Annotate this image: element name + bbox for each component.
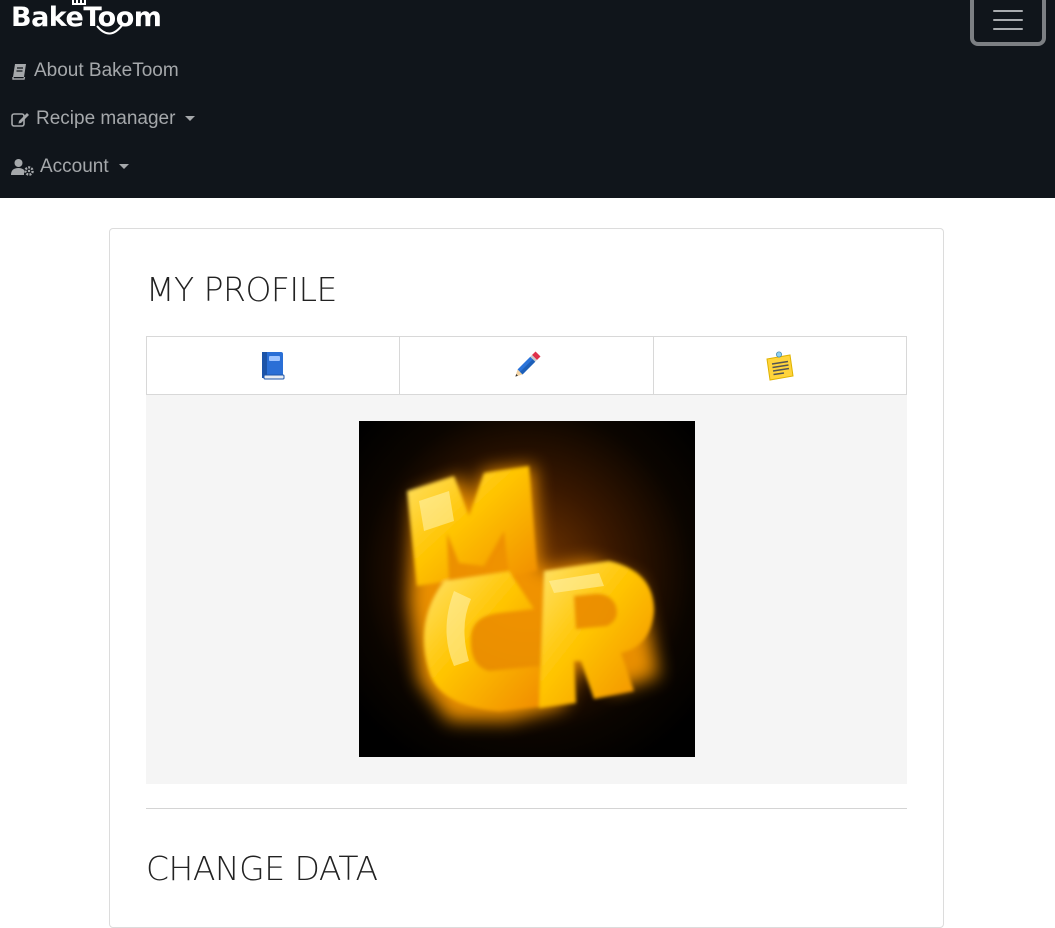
user-gear-icon: [11, 158, 34, 176]
nav-link-recipe-manager-label: Recipe manager: [36, 108, 176, 129]
navbar-toggler-button[interactable]: [970, 0, 1046, 46]
nav-link-account[interactable]: Account: [11, 154, 129, 180]
hamburger-icon: [993, 9, 1023, 12]
dropdown-caret-icon: [118, 163, 129, 169]
dropdown-caret-icon: [185, 115, 196, 121]
nav-link-account-label: Account: [40, 156, 109, 177]
tab-recipes[interactable]: [147, 337, 401, 394]
hamburger-icon-line: [993, 27, 1023, 30]
change-data-heading: CHANGE DATA: [146, 849, 378, 888]
hamburger-icon-line: [993, 18, 1023, 21]
tab-notes[interactable]: [654, 337, 906, 394]
nav-link-recipe-manager[interactable]: Recipe manager: [11, 106, 196, 132]
memo-icon: [766, 351, 794, 381]
nav-link-about-label: About BakeToom: [34, 60, 179, 81]
blue-book-icon: [262, 351, 285, 379]
pencil-icon: [515, 351, 541, 377]
smile-mark-icon: [96, 23, 124, 35]
profile-tabs: [146, 336, 907, 395]
edit-icon: [11, 111, 30, 128]
profile-tab-panel: [146, 395, 907, 784]
tab-edit[interactable]: [400, 337, 654, 394]
profile-avatar-image[interactable]: [359, 421, 695, 757]
my-profile-heading: MY PROFILE: [146, 270, 337, 309]
brand-logo[interactable]: BakeToom: [11, 0, 162, 44]
book-icon: [11, 63, 28, 80]
whisk-icon: [72, 0, 86, 5]
section-divider: [146, 808, 907, 809]
nav-link-about[interactable]: About BakeToom: [11, 58, 179, 84]
navbar: BakeToom About BakeToom Recipe manager A…: [0, 0, 1055, 198]
